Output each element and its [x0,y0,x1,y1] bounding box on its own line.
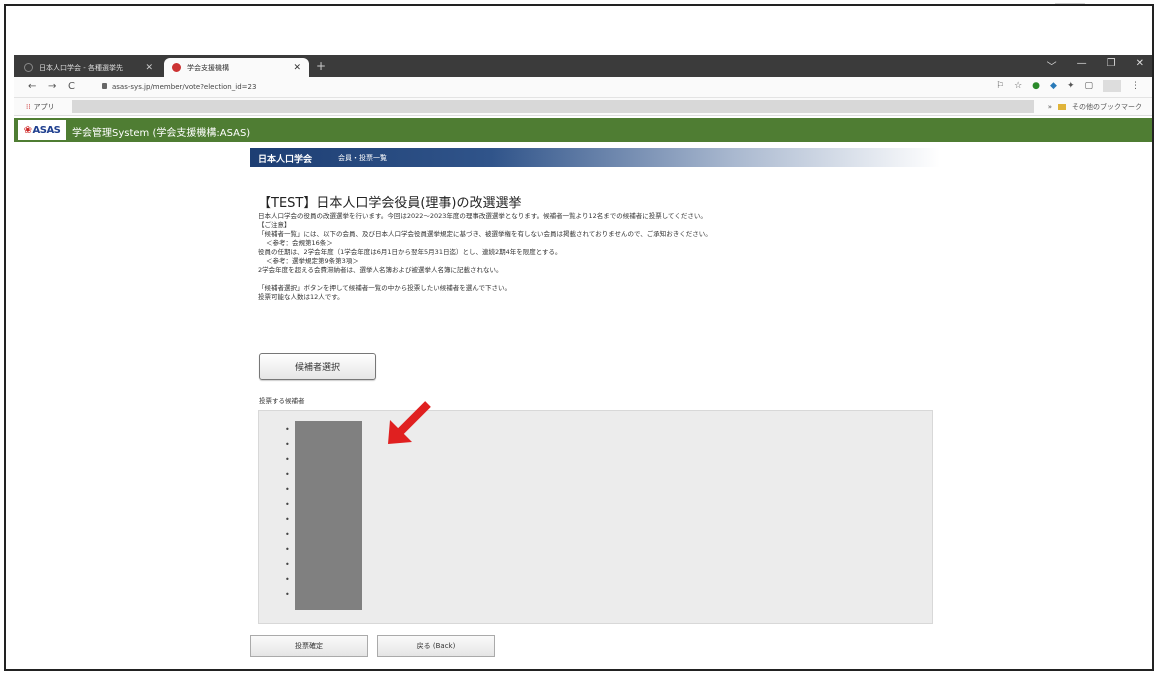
candidate-select-button[interactable]: 候補者選択 [259,353,376,380]
candidate-list-item: • [285,425,290,434]
profile-avatar[interactable] [1103,80,1121,92]
candidate-list-item: • [285,485,290,494]
bookmarks-bar: ⁞⁞ アプリ » その他のブックマーク [14,98,1152,116]
site-header: ❀ ASAS 学会管理System (学会支援機構:ASAS) [14,118,1152,142]
candidate-list-item: • [285,455,290,464]
candidate-list-item: • [285,440,290,449]
candidate-list-item: • [285,470,290,479]
candidate-list-item: • [285,515,290,524]
menu-icon[interactable]: ⋮ [1131,81,1140,91]
close-window-icon[interactable]: ✕ [1136,58,1144,73]
desc-line: 【ご注意】 [258,221,291,229]
reload-icon[interactable]: C [68,81,75,92]
lock-icon [102,83,107,89]
toolbar-icons: ⚐ ☆ ● ◆ ✦ ▢ ⋮ [996,80,1140,92]
extension-green-icon[interactable]: ● [1032,81,1040,91]
apps-label: アプリ [33,103,55,111]
desc-line: 2学会年度を超える会費滞納者は、選挙人名簿および被選挙人名簿に記載されない。 [258,266,503,274]
logo-text: ASAS [32,124,61,136]
minimize-icon[interactable]: — [1077,58,1087,73]
puzzle-icon[interactable]: ✦ [1067,81,1075,91]
chevron-icon: » [1047,103,1052,111]
section-subtitle: 会員・投票一覧 [338,154,387,162]
extension-blue-icon[interactable]: ◆ [1050,81,1057,91]
site-favicon-icon [172,63,181,72]
desc-line: 投票可能な人数は12人です。 [258,293,344,301]
society-name: 日本人口学会 [258,155,313,165]
candidate-list-item: • [285,545,290,554]
globe-icon [24,63,33,72]
star-icon[interactable]: ☆ [1014,81,1022,91]
election-description: 日本人口学会の役員の改選選挙を行います。今回は2022〜2023年度の理事改選選… [258,212,878,302]
restore-icon[interactable]: ❐ [1107,58,1116,73]
candidate-list-item: • [285,530,290,539]
candidate-list: • • • • • • • • • • • • [285,425,290,605]
candidates-label: 投票する候補者 [259,397,305,405]
tab-search-icon[interactable]: ﹀ [1047,58,1057,73]
address-bar-row: ← → C asas-sys.jp/member/vote?election_i… [14,77,1152,98]
apps-grid-icon: ⁞⁞ [26,103,31,111]
browser-tabbar: 日本人口学会 - 各種選挙先 ✕ 学会支援機構 ✕ + ﹀ — ❐ ✕ [14,55,1152,77]
tab-label: 学会支援機構 [187,63,229,72]
desc-line: 日本人口学会の役員の改選選挙を行います。今回は2022〜2023年度の理事改選選… [258,212,707,220]
tab-label: 日本人口学会 - 各種選挙先 [39,63,123,72]
sidebar-icon[interactable]: ▢ [1084,81,1093,91]
other-bookmarks[interactable]: » その他のブックマーク [1048,102,1142,112]
logo-mark-icon: ❀ [23,124,32,136]
redacted-candidate-names [295,421,362,610]
page-title: 【TEST】日本人口学会役員(理事)の改選選挙 [258,196,522,211]
red-arrow-annotation [388,401,431,444]
desc-line: 「候補者一覧」には、以下の会員、及び日本人口学会役員選挙規定に基づき、被選挙権を… [258,230,712,238]
back-icon[interactable]: ← [28,81,36,92]
tab-active[interactable]: 学会支援機構 ✕ [164,58,309,77]
close-icon[interactable]: ✕ [145,63,153,73]
translate-icon[interactable]: ⚐ [996,81,1004,91]
asas-logo[interactable]: ❀ ASAS [18,120,66,140]
bookmark-apps[interactable]: ⁞⁞ アプリ [26,102,54,112]
desc-line: 「候補者選択」ボタンを押して候補者一覧の中から投票したい候補者を選んで下さい。 [258,284,511,292]
window-controls: ﹀ — ❐ ✕ [1047,58,1144,73]
selected-candidates-box: • • • • • • • • • • • • [258,410,933,624]
close-icon[interactable]: ✕ [293,63,301,73]
url-field[interactable]: asas-sys.jp/member/vote?election_id=23 [102,83,256,91]
back-button[interactable]: 戻る (Back) [377,635,495,657]
candidate-list-item: • [285,560,290,569]
candidate-list-item: • [285,575,290,584]
redacted-bookmarks [72,100,1034,113]
confirm-vote-button[interactable]: 投票確定 [250,635,368,657]
desc-line: ＜参考：選挙規定第9条第3項＞ [266,257,359,265]
section-heading-bar: 日本人口学会 会員・投票一覧 [250,148,940,167]
desc-line: 役員の任期は、2学会年度（1学会年度は6月1日から翌年5月31日迄）とし、連続2… [258,248,562,256]
candidate-list-item: • [285,590,290,599]
site-title: 学会管理System (学会支援機構:ASAS) [72,128,251,139]
other-bookmarks-label: その他のブックマーク [1072,103,1142,111]
desc-line: ＜参考：会規第16条＞ [266,239,333,247]
forward-icon[interactable]: → [48,81,56,92]
tab-inactive[interactable]: 日本人口学会 - 各種選挙先 ✕ [16,58,161,77]
url-text: asas-sys.jp/member/vote?election_id=23 [112,83,257,91]
new-tab-button[interactable]: + [316,59,326,73]
folder-icon [1058,104,1066,110]
candidate-list-item: • [285,500,290,509]
